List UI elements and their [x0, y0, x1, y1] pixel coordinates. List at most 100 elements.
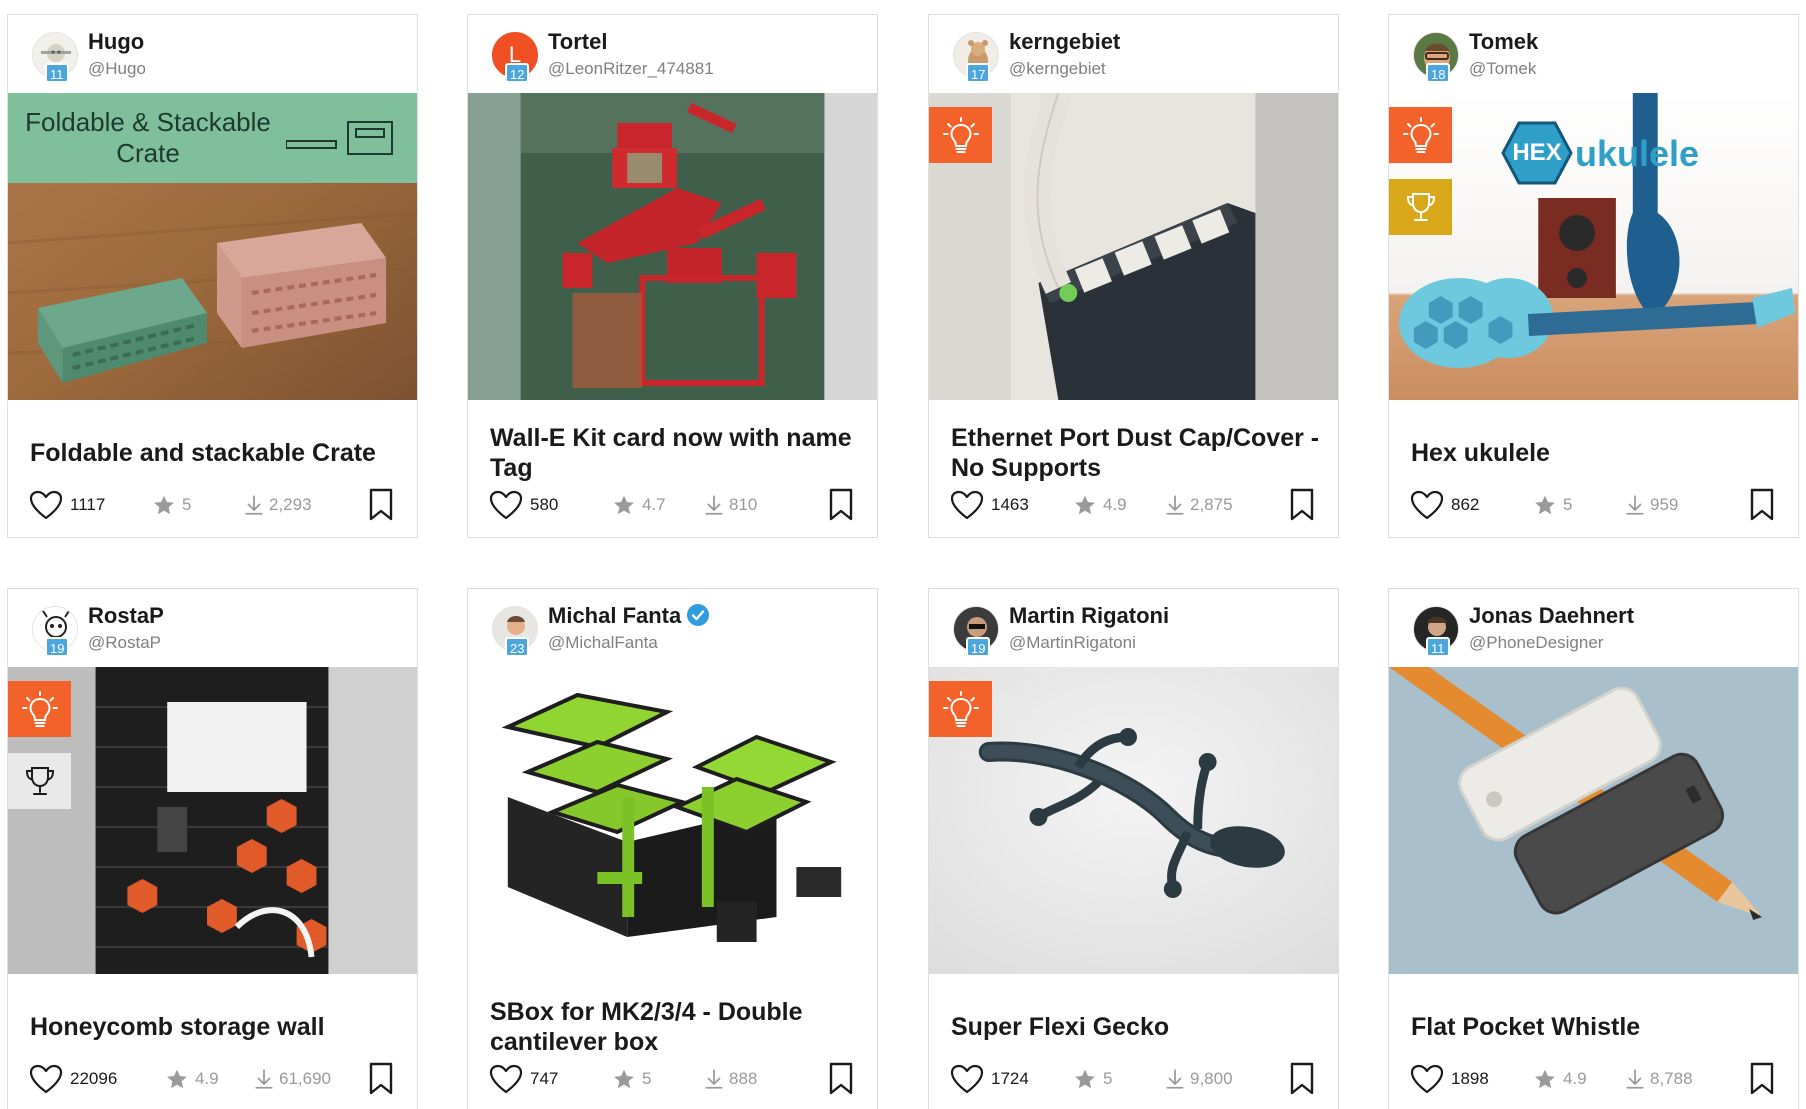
star-icon — [1075, 495, 1095, 515]
user-handle[interactable]: @Tomek — [1469, 59, 1536, 79]
user-name[interactable]: Michal Fanta — [548, 603, 710, 629]
model-title-text[interactable]: Hex ukulele — [1411, 438, 1550, 468]
model-image[interactable] — [468, 93, 877, 400]
user-name[interactable]: Jonas Daehnert — [1469, 603, 1634, 629]
model-title[interactable]: Foldable and stackable Crate — [30, 413, 400, 493]
model-image[interactable] — [929, 667, 1338, 974]
user-handle[interactable]: @Hugo — [88, 59, 146, 79]
card-header: 11 Hugo @Hugo — [8, 15, 417, 93]
user-name[interactable]: Tomek — [1469, 29, 1538, 55]
user-handle[interactable]: @RostaP — [88, 633, 161, 653]
like-button[interactable]: 580 — [488, 485, 558, 525]
model-title[interactable]: Honeycomb storage wall — [30, 987, 400, 1067]
user-name[interactable]: RostaP — [88, 603, 164, 629]
rating-value: 4.9 — [1103, 495, 1127, 514]
user-name[interactable]: kerngebiet — [1009, 29, 1120, 55]
image-logo-word: ukulele — [1575, 133, 1700, 174]
model-title[interactable]: Super Flexi Gecko — [951, 987, 1321, 1067]
model-title-text[interactable]: Wall-E Kit card now with name Tag — [490, 423, 860, 483]
bookmark-button[interactable] — [1746, 1061, 1778, 1097]
model-card[interactable]: 23 Michal Fanta @MichalFanta SBox for MK… — [467, 588, 878, 1109]
model-title[interactable]: Flat Pocket Whistle — [1411, 987, 1781, 1067]
user-name[interactable]: Martin Rigatoni — [1009, 603, 1169, 629]
like-button[interactable]: 1724 — [949, 1059, 1029, 1099]
like-button[interactable]: 22096 — [28, 1059, 117, 1099]
like-button[interactable]: 1463 — [949, 485, 1029, 525]
model-image[interactable] — [8, 667, 417, 974]
like-button[interactable]: 1117 — [28, 485, 105, 525]
bookmark-button[interactable] — [825, 487, 857, 523]
model-card[interactable]: L 12 Tortel @LeonRitzer_474881 Wall-E Ki… — [467, 14, 878, 538]
bookmark-button[interactable] — [825, 1061, 857, 1097]
image-banner: Foldable & Stackable Crate — [8, 93, 417, 183]
user-handle[interactable]: @LeonRitzer_474881 — [548, 59, 714, 79]
model-title-text[interactable]: Ethernet Port Dust Cap/Cover - No Suppor… — [951, 423, 1321, 483]
model-title-text[interactable]: Flat Pocket Whistle — [1411, 1012, 1640, 1042]
bookmark-icon — [829, 1062, 853, 1095]
user-handle[interactable]: @PhoneDesigner — [1469, 633, 1603, 653]
card-stats: 747 5 888 — [468, 1059, 877, 1099]
downloads-count: 8,788 — [1650, 1069, 1693, 1088]
download-icon — [1626, 1069, 1644, 1089]
star-icon — [154, 495, 174, 515]
user-handle[interactable]: @kerngebiet — [1009, 59, 1106, 79]
model-title-text[interactable]: Foldable and stackable Crate — [30, 438, 376, 468]
bookmark-button[interactable] — [365, 1061, 397, 1097]
rating: 5 — [613, 1059, 651, 1099]
user-name[interactable]: Hugo — [88, 29, 144, 55]
like-button[interactable]: 1898 — [1409, 1059, 1489, 1099]
user-handle[interactable]: @MichalFanta — [548, 633, 658, 653]
like-button[interactable]: 862 — [1409, 485, 1479, 525]
model-card[interactable]: 11 Hugo @Hugo Foldable & Stackable Crate… — [7, 14, 418, 538]
level-badge: 23 — [505, 637, 530, 657]
model-card[interactable]: 19 RostaP @RostaP Honeycomb storage wall… — [7, 588, 418, 1109]
rating: 4.9 — [1534, 1059, 1587, 1099]
level-badge: 19 — [966, 637, 991, 657]
model-image[interactable]: Foldable & Stackable Crate — [8, 93, 417, 400]
rating: 4.9 — [1074, 485, 1127, 525]
level-badge: 12 — [505, 63, 530, 83]
bookmark-icon — [1290, 1062, 1314, 1095]
like-button[interactable]: 747 — [488, 1059, 558, 1099]
bookmark-button[interactable] — [365, 487, 397, 523]
heart-icon — [1410, 1064, 1444, 1094]
model-title-text[interactable]: SBox for MK2/3/4 - Double cantilever box — [490, 997, 860, 1057]
model-card[interactable]: 18 Tomek @Tomek HEX ukulele Hex ukulele … — [1388, 14, 1799, 538]
level-badge: 18 — [1426, 63, 1451, 83]
model-card[interactable]: 17 kerngebiet @kerngebiet Ethernet Port … — [928, 14, 1339, 538]
user-name-text[interactable]: Michal Fanta — [548, 603, 681, 628]
model-image[interactable] — [929, 93, 1338, 400]
user-handle[interactable]: @MartinRigatoni — [1009, 633, 1136, 653]
model-card[interactable]: 11 Jonas Daehnert @PhoneDesigner Flat Po… — [1388, 588, 1799, 1109]
bookmark-button[interactable] — [1746, 487, 1778, 523]
level-badge: 11 — [1426, 637, 1450, 657]
trophy-icon — [25, 767, 54, 795]
model-card[interactable]: 19 Martin Rigatoni @MartinRigatoni Super… — [928, 588, 1339, 1109]
bookmark-button[interactable] — [1286, 487, 1318, 523]
model-title[interactable]: Hex ukulele — [1411, 413, 1781, 493]
model-title-text[interactable]: Honeycomb storage wall — [30, 1012, 325, 1042]
like-count: 862 — [1451, 495, 1480, 514]
model-title[interactable]: Wall-E Kit card now with name Tag — [490, 413, 860, 493]
model-title[interactable]: SBox for MK2/3/4 - Double cantilever box — [490, 987, 860, 1067]
bookmark-icon — [829, 488, 853, 521]
user-name[interactable]: Tortel — [548, 29, 607, 55]
model-title-text[interactable]: Super Flexi Gecko — [951, 1012, 1169, 1042]
model-grid: 11 Hugo @Hugo Foldable & Stackable Crate… — [0, 0, 1806, 1109]
card-stats: 1724 5 9,800 — [929, 1059, 1338, 1099]
model-title[interactable]: Ethernet Port Dust Cap/Cover - No Suppor… — [951, 413, 1321, 493]
downloads-count: 9,800 — [1190, 1069, 1233, 1088]
rating: 4.9 — [166, 1059, 219, 1099]
bookmark-button[interactable] — [1286, 1061, 1318, 1097]
idea-badge — [8, 681, 71, 737]
rating-value: 5 — [182, 495, 192, 514]
model-image[interactable]: HEX ukulele — [1389, 93, 1798, 400]
card-header: 19 Martin Rigatoni @MartinRigatoni — [929, 589, 1338, 667]
downloads: 959 — [1625, 485, 1678, 525]
download-icon — [705, 495, 723, 515]
downloads: 2,293 — [244, 485, 312, 525]
idea-bulb-icon — [1402, 117, 1439, 153]
model-image[interactable] — [1389, 667, 1798, 974]
download-icon — [1626, 495, 1644, 515]
model-image[interactable] — [468, 667, 877, 974]
